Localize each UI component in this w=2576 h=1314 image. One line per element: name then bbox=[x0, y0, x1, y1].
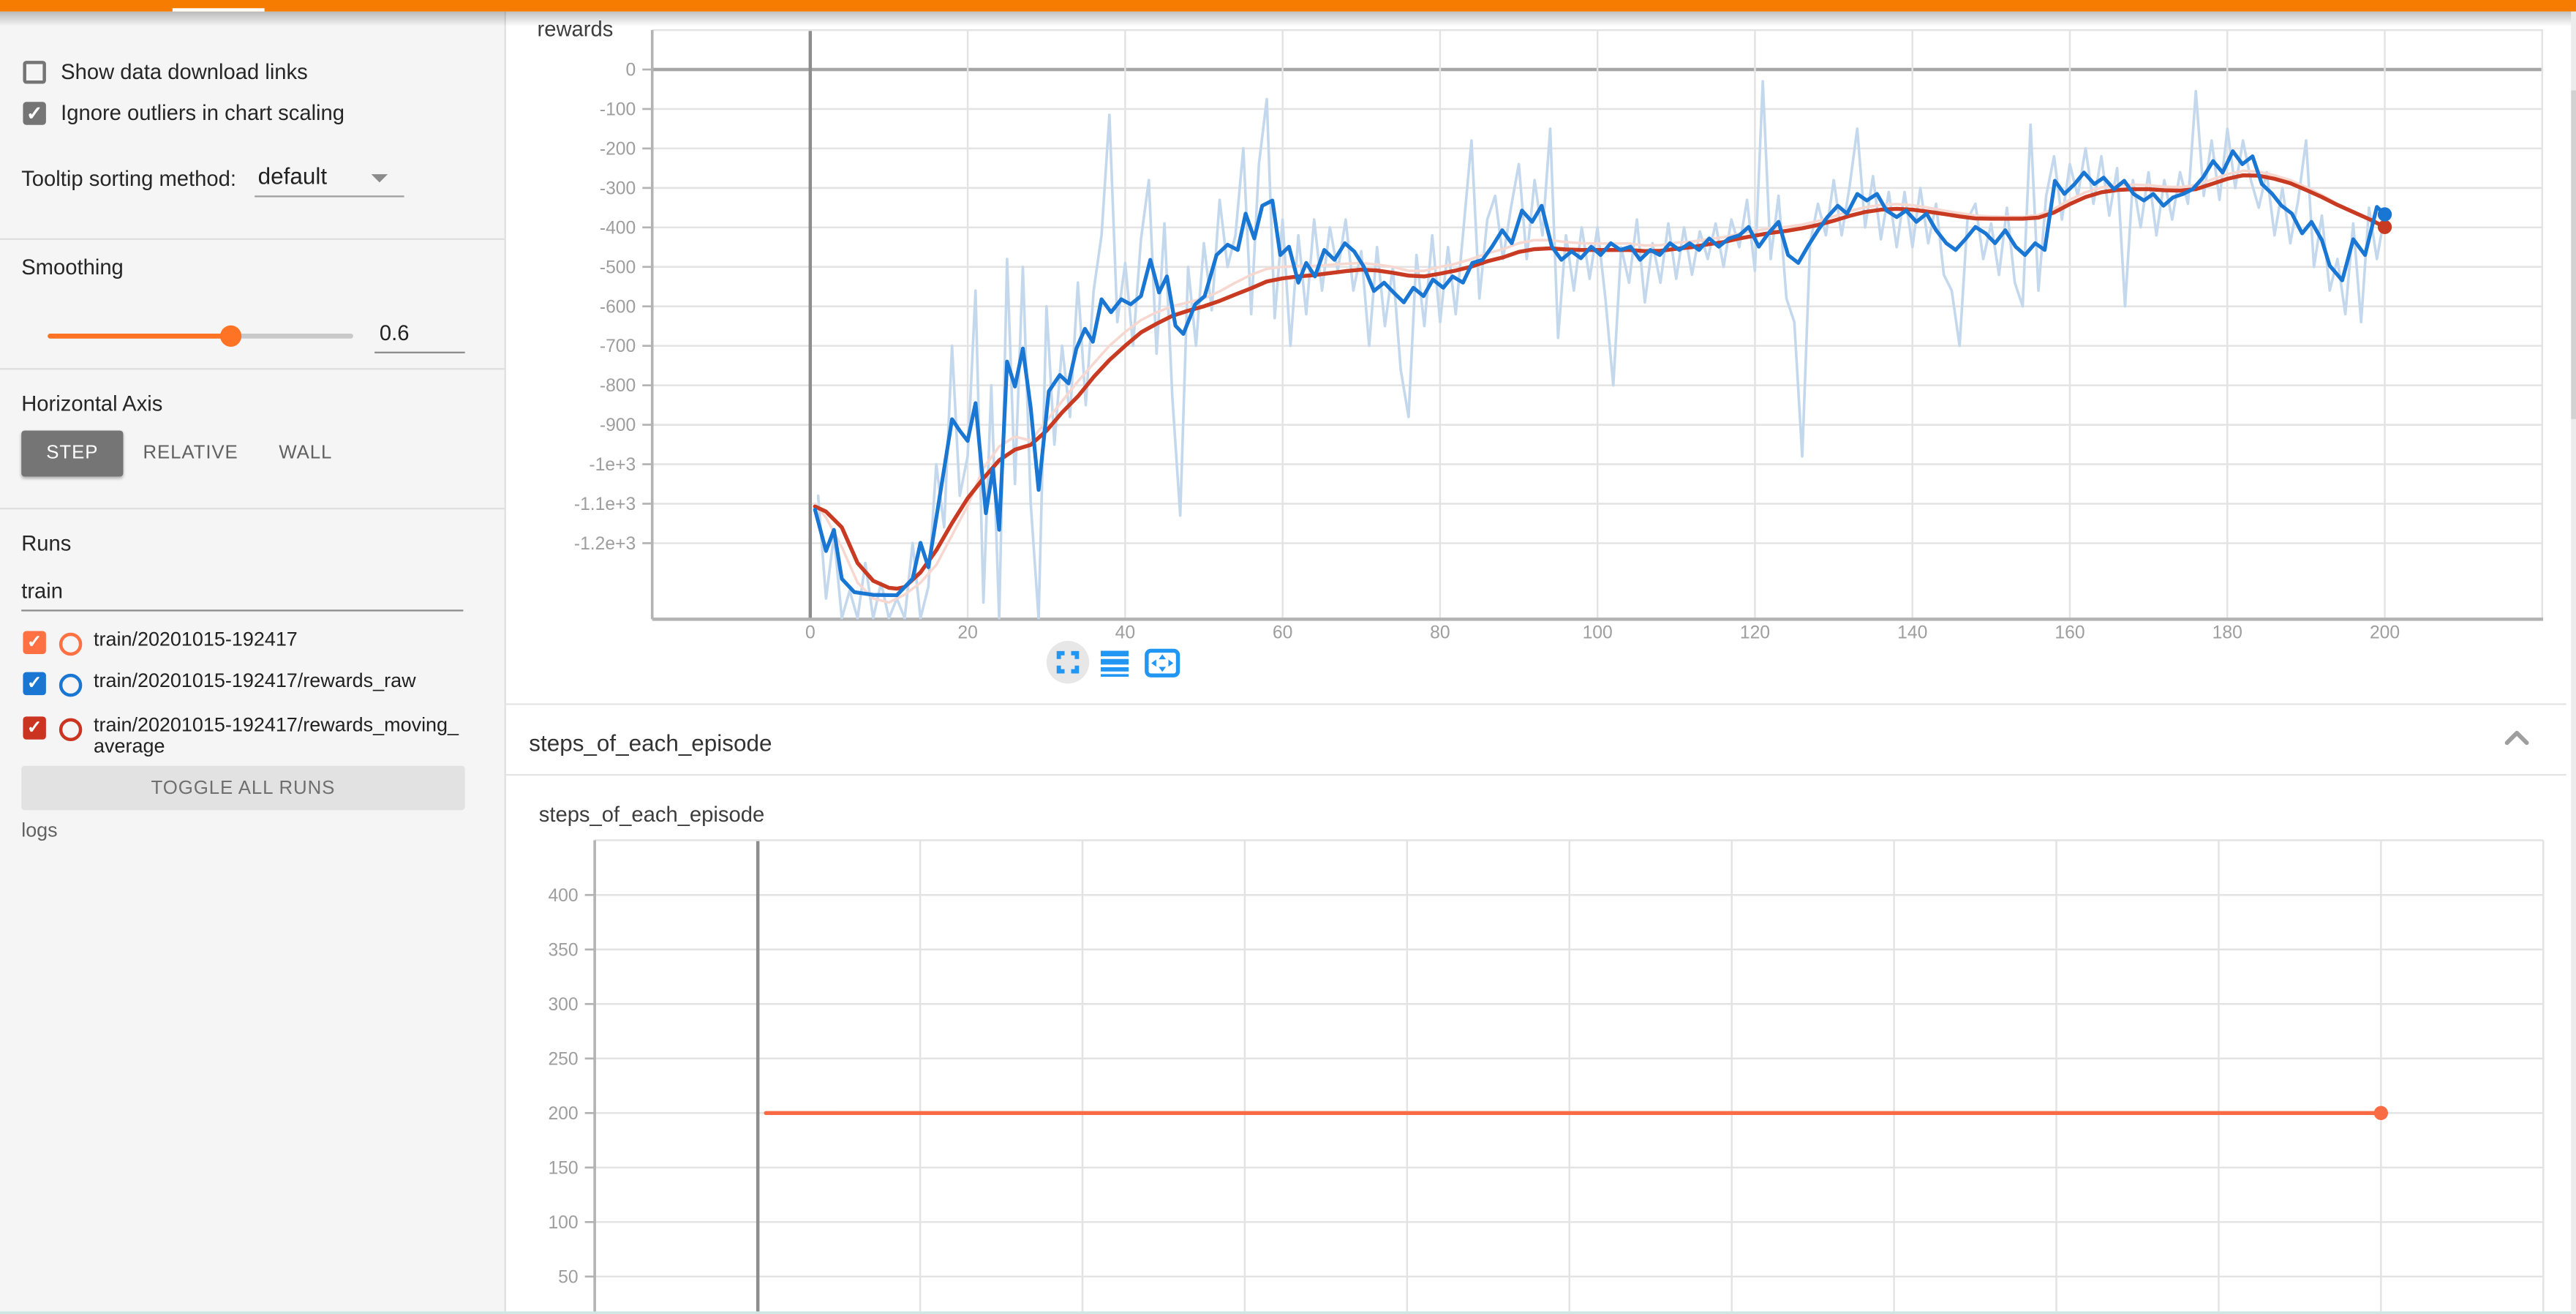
steps-chart-title: steps_of_each_episode bbox=[539, 802, 764, 827]
svg-text:400: 400 bbox=[548, 886, 578, 906]
fit-domain-icon[interactable] bbox=[1147, 650, 1178, 675]
rewards-chart-title: rewards bbox=[537, 16, 613, 41]
svg-text:200: 200 bbox=[548, 1104, 578, 1124]
svg-text:150: 150 bbox=[548, 1158, 578, 1178]
run-list-item[interactable]: ✓ train/20201015-192417/rewards_moving_a… bbox=[23, 715, 463, 757]
smoothing-value-underline bbox=[374, 352, 465, 353]
tensorboard-header-bar bbox=[0, 0, 2576, 12]
smoothing-slider-thumb[interactable] bbox=[220, 325, 241, 346]
svg-text:100: 100 bbox=[548, 1213, 578, 1233]
tooltip-sorting-label: Tooltip sorting method: bbox=[21, 166, 236, 191]
checkbox-label: Ignore outliers in chart scaling bbox=[61, 100, 344, 125]
settings-sidebar: Show data download links ✓ Ignore outlie… bbox=[0, 12, 506, 1314]
run-label: train/20201015-192417/rewards_raw bbox=[94, 670, 463, 691]
ignore-outliers-checkbox[interactable]: ✓ bbox=[23, 101, 45, 124]
run-checkbox[interactable]: ✓ bbox=[23, 631, 45, 654]
chart-toolbar bbox=[1045, 639, 1210, 686]
chevron-down-icon[interactable] bbox=[372, 174, 388, 182]
run-list-item[interactable]: ✓ train/20201015-192417/rewards_raw bbox=[23, 670, 463, 696]
svg-text:350: 350 bbox=[548, 940, 578, 960]
scrollbar-thumb[interactable] bbox=[2571, 91, 2576, 419]
checkbox-label: Show data download links bbox=[61, 59, 308, 84]
active-tab-indicator bbox=[173, 7, 265, 12]
run-color-circle bbox=[59, 632, 82, 655]
window-bottom-edge bbox=[0, 1310, 2576, 1314]
smoothing-label: Smoothing bbox=[21, 255, 124, 279]
horizontal-axis-label: Horizontal Axis bbox=[21, 391, 162, 416]
tooltip-sorting-select[interactable]: default bbox=[258, 162, 327, 189]
run-checkbox[interactable]: ✓ bbox=[23, 716, 45, 739]
log-scale-icon[interactable] bbox=[1101, 650, 1129, 676]
run-filter-underline bbox=[21, 609, 463, 610]
smoothing-value[interactable]: 0.6 bbox=[380, 320, 410, 345]
divider bbox=[0, 239, 505, 240]
axis-step-button[interactable]: STEP bbox=[21, 430, 123, 476]
run-label: train/20201015-192417 bbox=[94, 629, 463, 650]
smoothing-slider-fill bbox=[48, 333, 231, 338]
expand-chart-icon[interactable] bbox=[1047, 641, 1089, 683]
show-data-download-links-row[interactable]: Show data download links bbox=[23, 59, 307, 84]
svg-text:250: 250 bbox=[548, 1049, 578, 1069]
tensorboard-window: rewards steps_of_each_episode bbox=[0, 0, 2576, 1314]
svg-text:300: 300 bbox=[548, 995, 578, 1015]
toggle-all-runs-button[interactable]: TOGGLE ALL RUNS bbox=[21, 766, 464, 811]
svg-text:50: 50 bbox=[558, 1267, 578, 1287]
run-label: train/20201015-192417/rewards_moving_ave… bbox=[94, 715, 463, 757]
divider bbox=[0, 368, 505, 369]
section-header-steps-of-each-episode[interactable]: steps_of_each_episode bbox=[506, 703, 2566, 776]
run-list-item[interactable]: ✓ train/20201015-192417 bbox=[23, 629, 463, 655]
axis-wall-button[interactable]: WALL bbox=[269, 430, 342, 476]
ignore-outliers-row[interactable]: ✓ Ignore outliers in chart scaling bbox=[23, 100, 344, 125]
logs-label: logs bbox=[21, 819, 57, 841]
run-color-circle bbox=[59, 717, 82, 740]
dropdown-underline bbox=[255, 195, 404, 197]
section-title: steps_of_each_episode bbox=[529, 729, 772, 756]
run-checkbox[interactable]: ✓ bbox=[23, 672, 45, 695]
runs-label: Runs bbox=[21, 531, 71, 556]
run-color-circle bbox=[59, 673, 82, 696]
show-data-download-links-checkbox[interactable] bbox=[23, 60, 45, 83]
run-filter-input[interactable] bbox=[21, 579, 448, 604]
divider bbox=[0, 508, 505, 509]
collapse-chevron-icon[interactable] bbox=[2504, 728, 2530, 748]
axis-relative-button[interactable]: RELATIVE bbox=[145, 430, 237, 476]
